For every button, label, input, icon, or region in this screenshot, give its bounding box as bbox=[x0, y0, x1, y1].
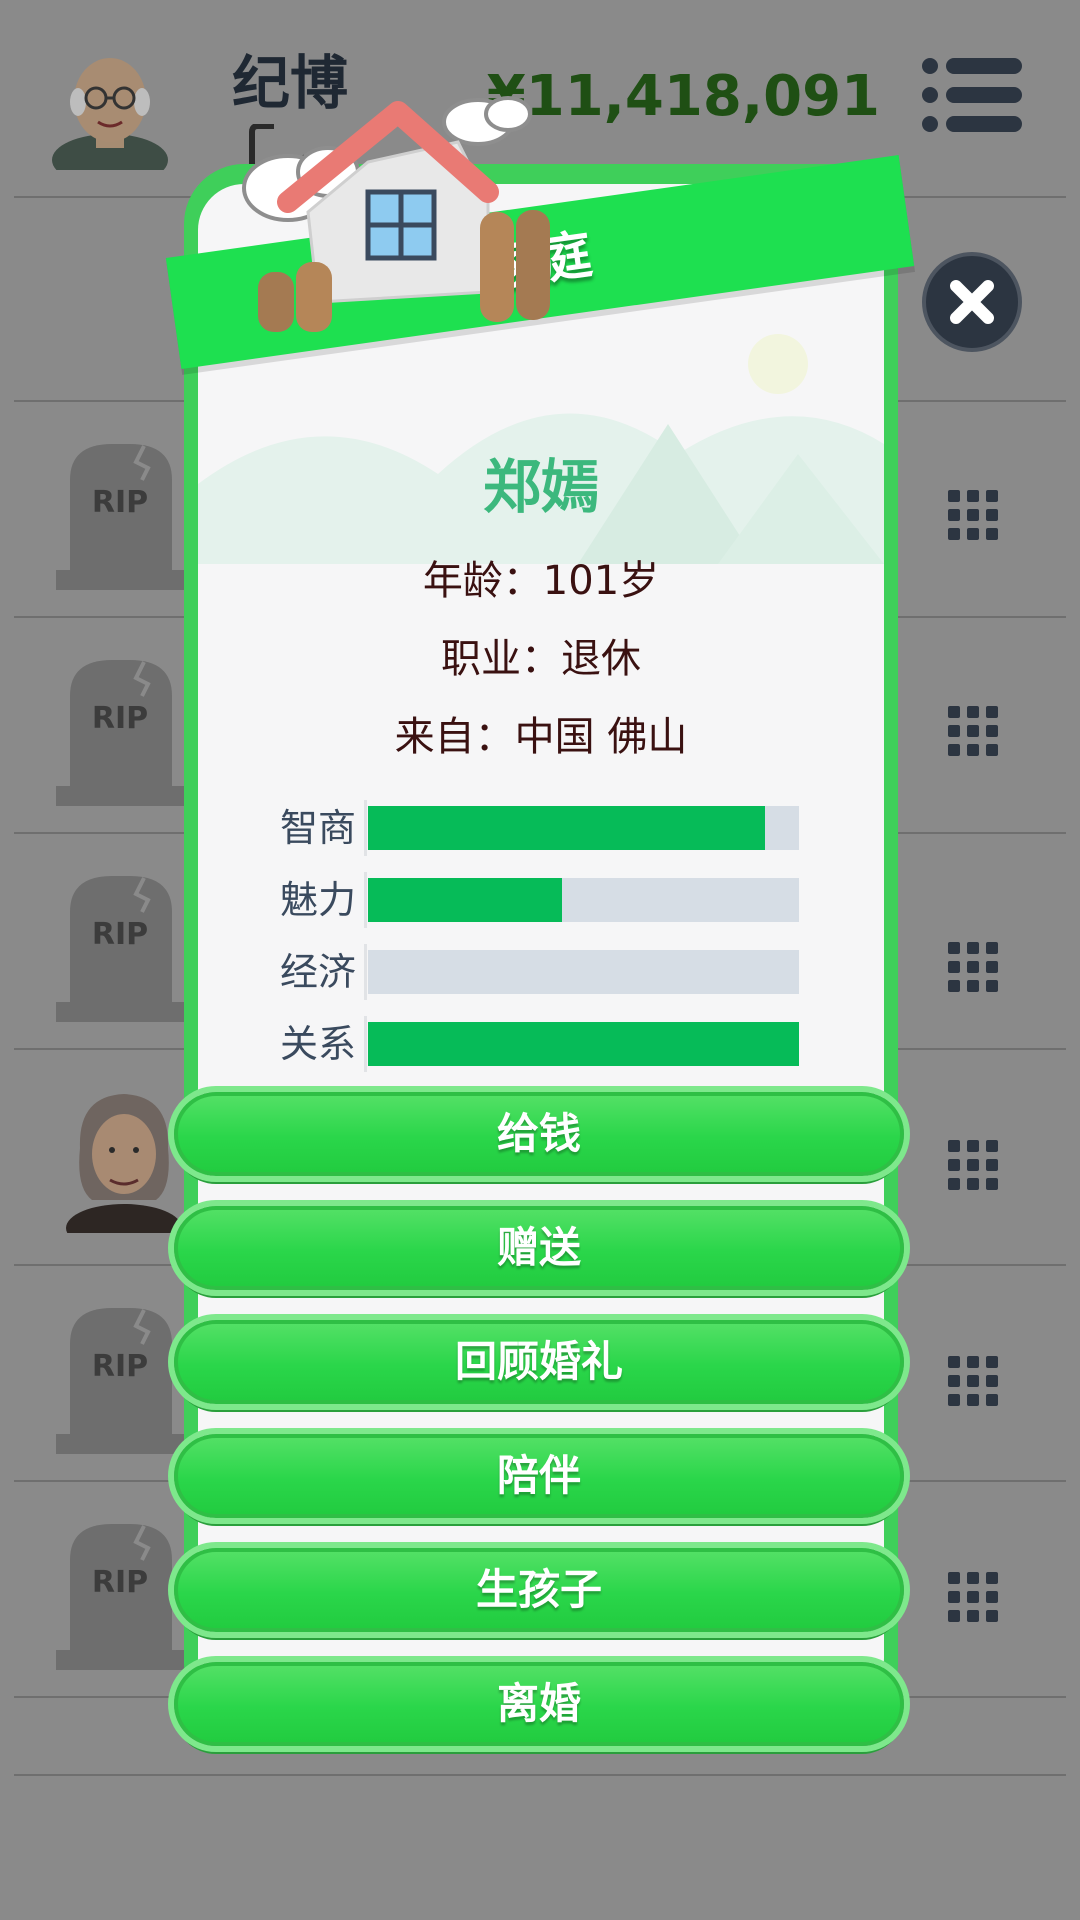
player-avatar[interactable] bbox=[50, 40, 170, 170]
stat-track bbox=[368, 950, 799, 994]
have-child-button[interactable]: 生孩子 bbox=[174, 1548, 904, 1632]
job-text: 职业：退休 bbox=[441, 636, 641, 682]
stat-separator bbox=[364, 800, 367, 856]
stat-separator bbox=[364, 1016, 367, 1072]
house-icon bbox=[242, 96, 550, 332]
accompany-button[interactable]: 陪伴 bbox=[174, 1434, 904, 1518]
stat-label: 关系 bbox=[279, 1022, 356, 1066]
stat-track bbox=[368, 878, 799, 922]
stat-iq: 智商 bbox=[264, 800, 804, 856]
person-name: 郑嫣 bbox=[482, 453, 599, 521]
give-money-button[interactable]: 给钱 bbox=[174, 1092, 904, 1176]
rip-label: RIP bbox=[92, 917, 148, 952]
stat-track bbox=[368, 806, 799, 850]
grid-menu-icon[interactable] bbox=[948, 706, 998, 756]
gift-button[interactable]: 赠送 bbox=[174, 1206, 904, 1290]
stat-label: 魅力 bbox=[279, 878, 356, 922]
rip-label: RIP bbox=[92, 485, 148, 520]
tombstone-icon: RIP bbox=[56, 444, 186, 590]
stat-economy: 经济 bbox=[264, 944, 804, 1000]
rip-label: RIP bbox=[92, 701, 148, 736]
stat-fill bbox=[368, 1022, 799, 1066]
grid-menu-icon[interactable] bbox=[948, 1572, 998, 1622]
close-x-icon bbox=[950, 280, 994, 324]
tombstone-icon: RIP bbox=[56, 1308, 186, 1454]
grid-menu-icon[interactable] bbox=[948, 942, 998, 992]
stat-separator bbox=[364, 872, 367, 928]
tombstone-icon: RIP bbox=[56, 1524, 186, 1670]
origin-text: 来自：中国 佛山 bbox=[394, 714, 688, 760]
stat-relationship: 关系 bbox=[264, 1016, 804, 1072]
stat-label: 智商 bbox=[279, 806, 356, 850]
grid-menu-icon[interactable] bbox=[948, 1140, 998, 1190]
grandma-avatar bbox=[66, 1094, 182, 1233]
hamburger-menu-icon[interactable] bbox=[922, 56, 1022, 134]
rip-label: RIP bbox=[92, 1349, 148, 1384]
tombstone-icon: RIP bbox=[56, 660, 186, 806]
stat-label: 经济 bbox=[279, 950, 356, 994]
stat-separator bbox=[364, 944, 367, 1000]
stat-fill bbox=[368, 878, 562, 922]
rip-label: RIP bbox=[92, 1565, 148, 1600]
stat-charm: 魅力 bbox=[264, 872, 804, 928]
age-text: 年龄：101岁 bbox=[422, 558, 660, 604]
close-button[interactable] bbox=[922, 252, 1022, 352]
stat-track bbox=[368, 1022, 799, 1066]
grid-menu-icon[interactable] bbox=[948, 1356, 998, 1406]
divorce-button[interactable]: 离婚 bbox=[174, 1662, 904, 1746]
stat-fill bbox=[368, 806, 765, 850]
divider bbox=[14, 1774, 1066, 1776]
grid-menu-icon[interactable] bbox=[948, 490, 998, 540]
tombstone-icon: RIP bbox=[56, 876, 186, 1022]
review-wedding-button[interactable]: 回顾婚礼 bbox=[174, 1320, 904, 1404]
